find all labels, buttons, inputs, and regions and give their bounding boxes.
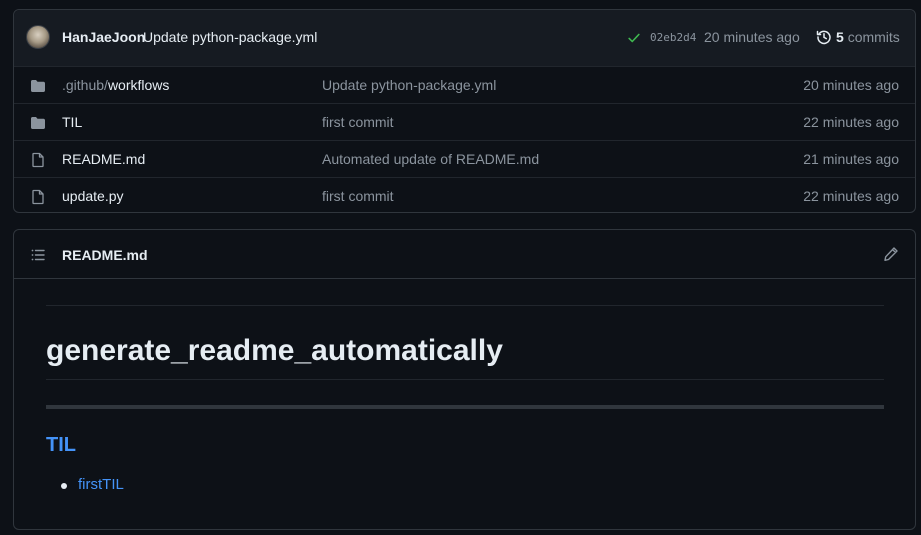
file-commit-message[interactable]: Update python-package.yml (322, 77, 496, 93)
commits-link[interactable]: 5 commits (836, 29, 900, 45)
history-icon[interactable] (816, 29, 832, 48)
readme-header: README.md (14, 230, 915, 279)
file-age: 22 minutes ago (803, 188, 899, 204)
readme-filename[interactable]: README.md (62, 247, 148, 263)
list-bullet (61, 483, 67, 489)
pencil-icon[interactable] (883, 246, 899, 265)
commits-count: 5 (836, 29, 844, 45)
commit-sha[interactable]: 02eb2d4 (650, 31, 696, 44)
file-name[interactable]: .github/workflows (62, 77, 169, 93)
check-icon[interactable] (627, 31, 641, 48)
horizontal-rule (46, 405, 884, 409)
file-path-prefix: .github/ (62, 77, 108, 93)
file-icon (30, 189, 46, 208)
latest-commit-bar: HanJaeJoon Update python-package.yml 02e… (14, 10, 915, 67)
file-icon (30, 152, 46, 171)
commits-label: commits (847, 29, 900, 45)
folder-icon (30, 78, 46, 97)
readme-heading: generate_readme_automatically (46, 334, 503, 367)
list-unordered-icon[interactable] (30, 247, 46, 266)
file-name-text: workflows (107, 77, 170, 93)
file-commit-message[interactable]: Automated update of README.md (322, 151, 539, 167)
file-name[interactable]: update.py (62, 188, 124, 204)
file-commit-message[interactable]: first commit (322, 188, 394, 204)
file-age: 21 minutes ago (803, 151, 899, 167)
commit-message[interactable]: Update python-package.yml (143, 29, 317, 45)
file-age: 20 minutes ago (803, 77, 899, 93)
file-commit-message[interactable]: first commit (322, 114, 394, 130)
file-row-readme[interactable]: README.md Automated update of README.md … (14, 140, 915, 177)
divider (46, 305, 884, 306)
file-name[interactable]: TIL (62, 114, 82, 130)
commit-time: 20 minutes ago (704, 29, 800, 45)
readme-subheading[interactable]: TIL (46, 434, 76, 457)
file-row-update-py[interactable]: update.py first commit 22 minutes ago (14, 177, 915, 214)
heading-underline (46, 379, 884, 380)
commit-author[interactable]: HanJaeJoon (62, 29, 145, 45)
file-browser: HanJaeJoon Update python-package.yml 02e… (13, 9, 916, 213)
file-age: 22 minutes ago (803, 114, 899, 130)
folder-icon (30, 115, 46, 134)
file-row-workflows[interactable]: .github/workflows Update python-package.… (14, 66, 915, 103)
file-row-til[interactable]: TIL first commit 22 minutes ago (14, 103, 915, 140)
file-name[interactable]: README.md (62, 151, 145, 167)
readme-panel: README.md generate_readme_automatically … (13, 229, 916, 530)
author-avatar[interactable] (26, 25, 50, 49)
list-item-link[interactable]: firstTIL (78, 476, 124, 493)
